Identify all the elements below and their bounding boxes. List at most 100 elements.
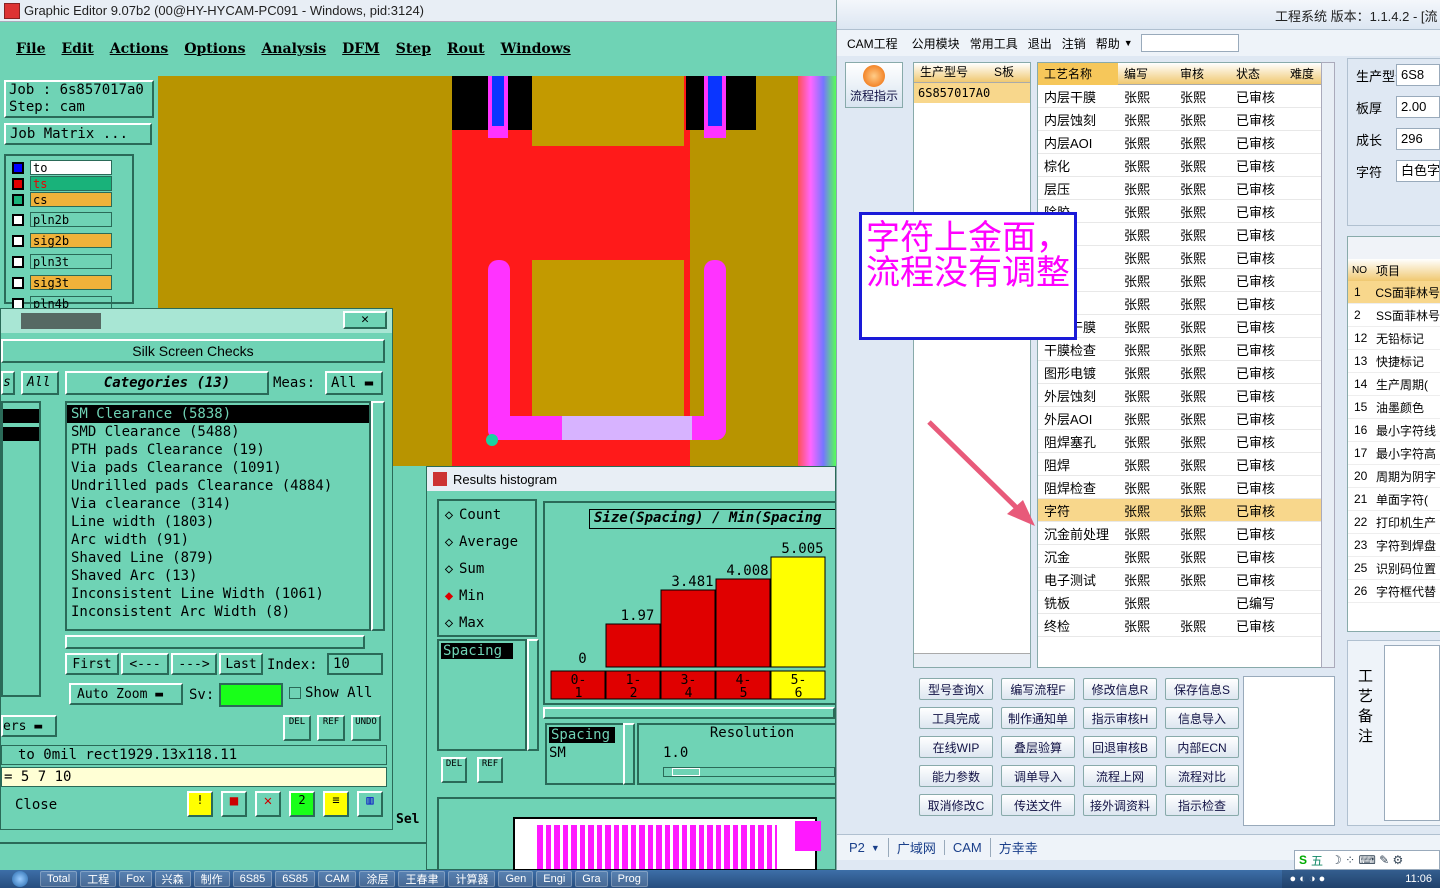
job-matrix-button[interactable]: Job Matrix ... [4,123,152,145]
layer-checkbox[interactable] [12,234,24,247]
ref-icon[interactable]: REF [477,757,503,783]
layer-pln3t[interactable]: pln3t [30,254,112,269]
chevron-down-icon[interactable]: ▼ [1124,38,1133,48]
process-row[interactable]: 除胶张熙张熙已审核 [1038,200,1326,223]
start-button[interactable] [0,870,40,888]
process-row[interactable]: 干膜检查 张熙 张熙 已审核 [1038,338,1326,361]
menu-exit[interactable]: 退出 [1028,35,1052,52]
item-row[interactable]: 12 无铅标记 [1348,327,1440,350]
close-button[interactable]: Close [15,797,57,813]
process-row[interactable]: 全板张熙张熙已审核 [1038,292,1326,315]
report-icon[interactable]: ≡ [323,791,349,817]
process-row[interactable]: 外层干膜张熙张熙已审核 [1038,315,1326,338]
layer-checkbox[interactable] [12,255,24,268]
zoom-icon[interactable]: ■ [221,791,247,817]
action-button[interactable]: 内部ECN [1165,736,1239,758]
horizontal-scrollbar[interactable] [65,635,365,649]
menu-combobox[interactable] [1140,34,1239,52]
menu-common-module[interactable]: 公用模块 [912,35,960,52]
categories-scrollbar[interactable] [371,401,385,631]
index-input[interactable]: 10 [327,653,383,675]
menu-help[interactable]: 帮助 [1096,35,1120,52]
menu-windows[interactable]: Windows [501,41,571,57]
left-tab[interactable]: s [1,371,15,395]
craft-note-input[interactable] [1384,645,1440,821]
process-row[interactable]: 终检 张熙 张熙 已审核 [1038,614,1326,637]
taskbar-item[interactable]: 工程 [80,871,117,887]
field-scrollbar[interactable] [623,723,635,785]
action-button[interactable]: 取消修改C [919,794,993,816]
taskbar-item[interactable]: Total [40,871,78,887]
action-button[interactable]: 保存信息S [1165,678,1239,700]
item-row[interactable]: 16 最小字符线 [1348,419,1440,442]
spacing-item[interactable]: Spacing [441,643,513,659]
notes-panel[interactable] [1243,676,1335,826]
histogram-bar[interactable] [715,578,771,668]
menu-edit[interactable]: Edit [61,41,93,57]
histogram-bar[interactable] [605,623,661,668]
col-difficulty[interactable]: 难度 [1286,65,1326,82]
item-row[interactable]: 14 生产周期( [1348,373,1440,396]
category-item[interactable]: PTH pads Clearance (19) [67,441,369,459]
process-row[interactable]: 阻焊检查 张熙 张熙 已审核 [1038,476,1326,499]
menu-cam-project[interactable]: CAM工程 [847,35,898,52]
menu-common-tools[interactable]: 常用工具 [970,35,1018,52]
taskbar-item[interactable]: 兴森 [154,871,191,887]
action-button[interactable]: 指示审核H [1083,707,1157,729]
menu-logout[interactable]: 注销 [1062,35,1086,52]
taskbar-item[interactable]: 6S85 [275,871,315,887]
menu-analysis[interactable]: Analysis [261,41,326,57]
menu-file[interactable]: File [16,41,45,57]
menu-rout[interactable]: Rout [447,41,485,57]
taskbar-item[interactable]: CAM [318,871,357,887]
last-button[interactable]: Last [219,653,263,675]
action-button[interactable]: 指示检查 [1165,794,1239,816]
process-row[interactable]: 层压 张熙 张熙 已审核 [1038,177,1326,200]
action-button[interactable]: 叠层验算 [1001,736,1075,758]
item-row[interactable]: 23 字符到焊盘 [1348,534,1440,557]
show-all-checkbox[interactable] [289,687,301,699]
option-max[interactable]: ◇ Max [439,609,535,636]
histogram-icon[interactable]: ▥ [357,791,383,817]
action-button[interactable]: 型号查询X [919,678,993,700]
flow-indicator-button[interactable]: 流程指示 [845,62,903,108]
process-row[interactable]: 内层干膜 张熙 张熙 已审核 [1038,85,1326,108]
categories-list[interactable]: SM Clearance (5838) SMD Clearance (5488)… [65,401,371,631]
next-button[interactable]: ---> [171,653,217,675]
col-item[interactable]: 项目 [1376,262,1400,279]
option-sum[interactable]: ◇ Sum [439,555,535,582]
action-button[interactable]: 编写流程F [1001,678,1075,700]
process-row[interactable]: 棕化 张熙 张熙 已审核 [1038,154,1326,177]
process-row[interactable]: 内层AOI 张熙 张熙 已审核 [1038,131,1326,154]
category-item[interactable]: Inconsistent Arc Width (8) [67,603,369,621]
category-item[interactable]: Shaved Arc (13) [67,567,369,585]
col-model[interactable]: 生产型号 [914,63,994,82]
action-button[interactable]: 能力参数 [919,765,993,787]
spacing-list[interactable]: Spacing [437,639,527,751]
taskbar-item[interactable]: 6S85 [232,871,273,887]
col-no[interactable]: NO [1348,265,1376,276]
taskbar-item[interactable]: 涂层 [359,871,396,887]
process-row[interactable]: 阻焊 张熙 张熙 已审核 [1038,453,1326,476]
taskbar-item[interactable]: Prog [610,871,648,887]
item-row[interactable]: 25 识别码位置 [1348,557,1440,580]
layers-dropdown[interactable]: ers ▬ [1,715,57,737]
category-item[interactable]: Inconsistent Line Width (1061) [67,585,369,603]
category-item[interactable]: Arc width (91) [67,531,369,549]
col-reviewer[interactable]: 审核 [1174,65,1230,82]
category-item[interactable]: Via pads Clearance (1091) [67,459,369,477]
action-button[interactable]: 传送文件 [1001,794,1075,816]
process-row[interactable]: 内层蚀刻 张熙 张熙 已审核 [1038,108,1326,131]
all-tab[interactable]: All [21,371,59,395]
process-row[interactable]: 外层AOI 张熙 张熙 已审核 [1038,407,1326,430]
action-button[interactable]: 信息导入 [1165,707,1239,729]
option-average[interactable]: ◇ Average [439,528,535,555]
layer-pln2b[interactable]: pln2b [30,212,112,227]
action-button[interactable]: 在线WIP [919,736,993,758]
category-item[interactable]: SMD Clearance (5488) [67,423,369,441]
meas-dropdown[interactable]: All ▬ [325,371,383,395]
tab-user[interactable]: 方幸幸 [989,838,1046,857]
first-button[interactable]: First [65,653,119,675]
item-row[interactable]: 22 打印机生产 [1348,511,1440,534]
ref-icon[interactable]: ✕ [255,791,281,817]
